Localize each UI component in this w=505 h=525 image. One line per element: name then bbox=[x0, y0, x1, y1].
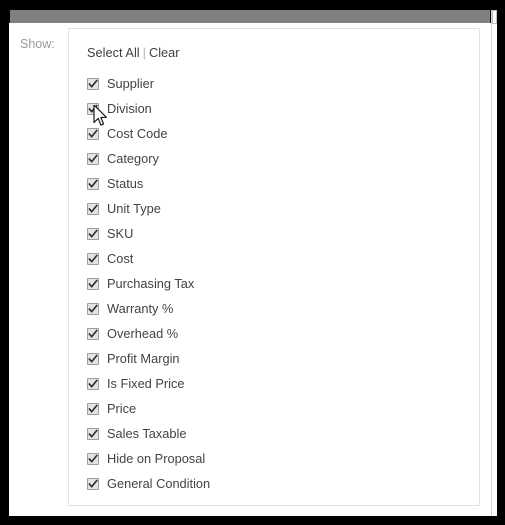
field-list-item[interactable]: Is Fixed Price bbox=[87, 371, 479, 396]
field-checkbox[interactable] bbox=[87, 427, 99, 440]
bulk-actions-bar: Select All | Clear bbox=[87, 44, 479, 62]
field-label: Division bbox=[107, 101, 152, 116]
field-label: Warranty % bbox=[107, 301, 174, 316]
field-label: Profit Margin bbox=[107, 351, 180, 366]
field-list-item[interactable]: Profit Margin bbox=[87, 346, 479, 371]
field-checkbox[interactable] bbox=[87, 402, 99, 415]
field-list-item[interactable]: Status bbox=[87, 171, 479, 196]
field-list-item[interactable]: Supplier bbox=[87, 71, 479, 96]
field-checkbox[interactable] bbox=[87, 452, 99, 465]
field-label: Cost bbox=[107, 251, 134, 266]
field-label: Sales Taxable bbox=[107, 426, 187, 441]
field-label: Cost Code bbox=[107, 126, 168, 141]
field-list-item[interactable]: Category bbox=[87, 146, 479, 171]
select-all-link[interactable]: Select All bbox=[87, 45, 140, 60]
field-checkbox[interactable] bbox=[87, 102, 99, 115]
field-label: SKU bbox=[107, 226, 134, 241]
field-list-item[interactable]: Overhead % bbox=[87, 321, 479, 346]
field-checkbox[interactable] bbox=[87, 277, 99, 290]
field-checkbox[interactable] bbox=[87, 127, 99, 140]
field-label: Hide on Proposal bbox=[107, 451, 206, 466]
field-checkbox[interactable] bbox=[87, 377, 99, 390]
clear-link[interactable]: Clear bbox=[149, 45, 180, 60]
field-list-item[interactable]: Purchasing Tax bbox=[87, 271, 479, 296]
scrollbar-thumb[interactable] bbox=[492, 10, 497, 24]
field-label: General Condition bbox=[107, 476, 211, 491]
show-field-label: Show: bbox=[20, 37, 55, 51]
field-label: Price bbox=[107, 401, 137, 416]
field-list-item[interactable]: Cost Code bbox=[87, 121, 479, 146]
field-list-item[interactable]: Hide on Proposal bbox=[87, 446, 479, 471]
page-scrollbar[interactable] bbox=[491, 10, 497, 516]
field-label: Category bbox=[107, 151, 159, 166]
show-fields-panel-inner: Select All | Clear Supplier Division Cost Co… bbox=[69, 29, 479, 505]
field-list-item[interactable]: Division bbox=[87, 96, 479, 121]
field-label: Status bbox=[107, 176, 144, 191]
field-list-item[interactable]: Price bbox=[87, 396, 479, 421]
field-checkbox[interactable] bbox=[87, 227, 99, 240]
field-list-item[interactable]: Sales Taxable bbox=[87, 421, 479, 446]
field-checkbox[interactable] bbox=[87, 152, 99, 165]
window-titlebar bbox=[10, 10, 490, 23]
field-checkbox[interactable] bbox=[87, 77, 99, 90]
page-canvas: Show: Select All | Clear Supplier Division C… bbox=[9, 23, 491, 516]
field-checkbox[interactable] bbox=[87, 477, 99, 490]
field-label: Purchasing Tax bbox=[107, 276, 195, 291]
field-label: Is Fixed Price bbox=[107, 376, 185, 391]
field-list-item[interactable]: Cost bbox=[87, 246, 479, 271]
field-label: Overhead % bbox=[107, 326, 179, 341]
field-label: Unit Type bbox=[107, 201, 161, 216]
field-list-item[interactable]: SKU bbox=[87, 221, 479, 246]
field-list-item[interactable]: Unit Type bbox=[87, 196, 479, 221]
field-label: Supplier bbox=[107, 76, 154, 91]
field-checkbox[interactable] bbox=[87, 352, 99, 365]
field-list-item[interactable]: General Condition bbox=[87, 471, 479, 496]
field-checkbox[interactable] bbox=[87, 252, 99, 265]
field-checkbox[interactable] bbox=[87, 302, 99, 315]
field-checkbox-list: Supplier Division Cost Code Category Status U… bbox=[87, 71, 479, 496]
browser-window-frame: Show: Select All | Clear Supplier Division C… bbox=[0, 0, 505, 525]
field-checkbox[interactable] bbox=[87, 327, 99, 340]
field-list-item[interactable]: Warranty % bbox=[87, 296, 479, 321]
field-checkbox[interactable] bbox=[87, 177, 99, 190]
field-checkbox[interactable] bbox=[87, 202, 99, 215]
show-fields-form-row: Show: Select All | Clear Supplier Division C… bbox=[9, 23, 491, 516]
bulk-actions-separator: | bbox=[142, 45, 146, 60]
show-fields-panel: Select All | Clear Supplier Division Cost Co… bbox=[68, 28, 480, 506]
